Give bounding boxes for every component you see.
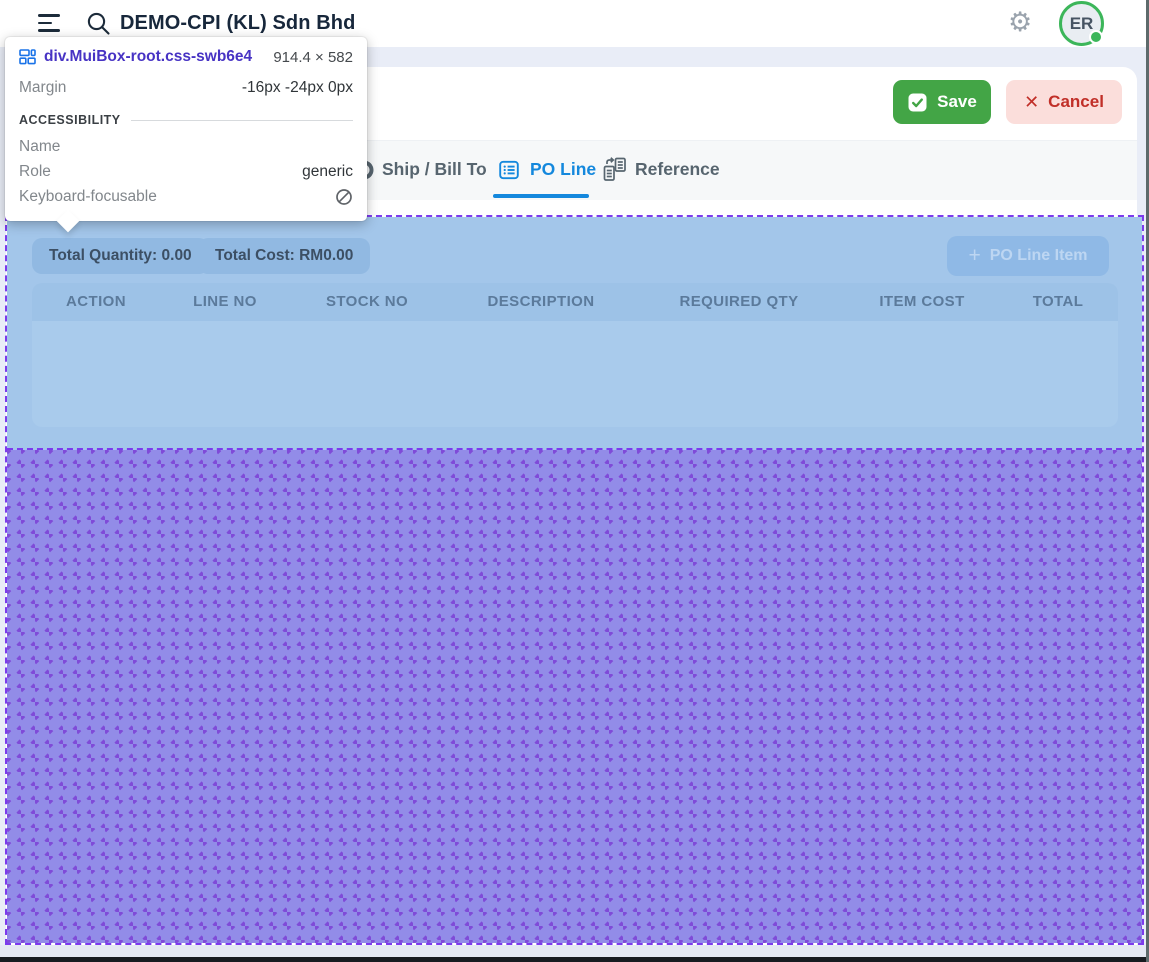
hatch-pattern xyxy=(7,450,1142,943)
add-po-line-item-button[interactable]: + PO Line Item xyxy=(947,236,1109,276)
accessibility-title: ACCESSIBILITY xyxy=(19,113,121,127)
devtools-content-highlight: Total Quantity: 0.00 Total Cost: RM0.00 … xyxy=(7,217,1142,450)
a11y-role-label: Role xyxy=(19,163,51,181)
reference-docs-icon[interactable] xyxy=(601,156,628,183)
menu-icon[interactable] xyxy=(38,14,60,33)
cancel-button[interactable]: ✕ Cancel xyxy=(1006,80,1122,124)
col-description: DESCRIPTION xyxy=(488,283,595,321)
settings-gear-icon[interactable]: ⚙ xyxy=(1008,7,1032,38)
user-avatar[interactable]: ER xyxy=(1059,1,1104,46)
tab-po-line[interactable]: PO Line xyxy=(530,141,596,197)
a11y-name-label: Name xyxy=(19,138,60,156)
search-icon[interactable] xyxy=(86,11,111,36)
save-button[interactable]: Save xyxy=(893,80,991,124)
plus-icon: + xyxy=(968,244,980,268)
tab-ship-bill-to[interactable]: Ship / Bill To xyxy=(382,141,487,197)
devtools-inspect-tooltip: div.MuiBox-root.css-swb6e4 914.4 × 582 M… xyxy=(5,37,367,221)
a11y-role-value: generic xyxy=(302,163,353,181)
devtools-margin-hatch-region xyxy=(7,450,1142,943)
cancel-button-label: Cancel xyxy=(1048,92,1104,112)
accessibility-section-header: ACCESSIBILITY xyxy=(19,113,353,127)
col-required-qty: REQUIRED QTY xyxy=(680,283,799,321)
online-status-dot xyxy=(1089,30,1103,44)
po-line-list-icon[interactable] xyxy=(497,158,521,182)
section-rule xyxy=(131,120,353,121)
margin-row: Margin -16px -24px 0px xyxy=(19,75,353,100)
inspected-element-dimensions: 914.4 × 582 xyxy=(273,49,353,66)
not-focusable-icon xyxy=(335,188,353,206)
tab-reference[interactable]: Reference xyxy=(635,141,720,197)
col-line-no: LINE NO xyxy=(193,283,257,321)
margin-label: Margin xyxy=(19,79,66,97)
po-line-table-header: ACTION LINE NO STOCK NO DESCRIPTION REQU… xyxy=(32,283,1118,321)
a11y-focusable-row: Keyboard-focusable xyxy=(19,184,353,209)
col-item-cost: ITEM COST xyxy=(879,283,964,321)
total-cost-chip: Total Cost: RM0.00 xyxy=(198,238,370,274)
total-quantity-chip: Total Quantity: 0.00 xyxy=(32,238,209,274)
inspected-element-selector: div.MuiBox-root.css-swb6e4 xyxy=(44,48,265,66)
avatar-initials: ER xyxy=(1070,14,1094,34)
po-line-table: ACTION LINE NO STOCK NO DESCRIPTION REQU… xyxy=(32,283,1118,427)
col-stock-no: STOCK NO xyxy=(326,283,408,321)
layout-badge-icon xyxy=(19,49,36,65)
devtools-inspect-overlay: Total Quantity: 0.00 Total Cost: RM0.00 … xyxy=(5,215,1144,945)
margin-value: -16px -24px 0px xyxy=(242,79,353,97)
active-tab-indicator xyxy=(493,194,589,198)
col-action: ACTION xyxy=(66,283,126,321)
add-po-line-item-label: PO Line Item xyxy=(990,247,1088,265)
a11y-name-row: Name xyxy=(19,134,353,159)
window-bottom-edge xyxy=(0,957,1149,962)
a11y-focusable-label: Keyboard-focusable xyxy=(19,188,157,206)
check-icon xyxy=(907,92,928,113)
col-total: TOTAL xyxy=(1033,283,1084,321)
save-button-label: Save xyxy=(937,92,977,112)
a11y-role-row: Role generic xyxy=(19,159,353,184)
x-icon: ✕ xyxy=(1024,92,1039,113)
